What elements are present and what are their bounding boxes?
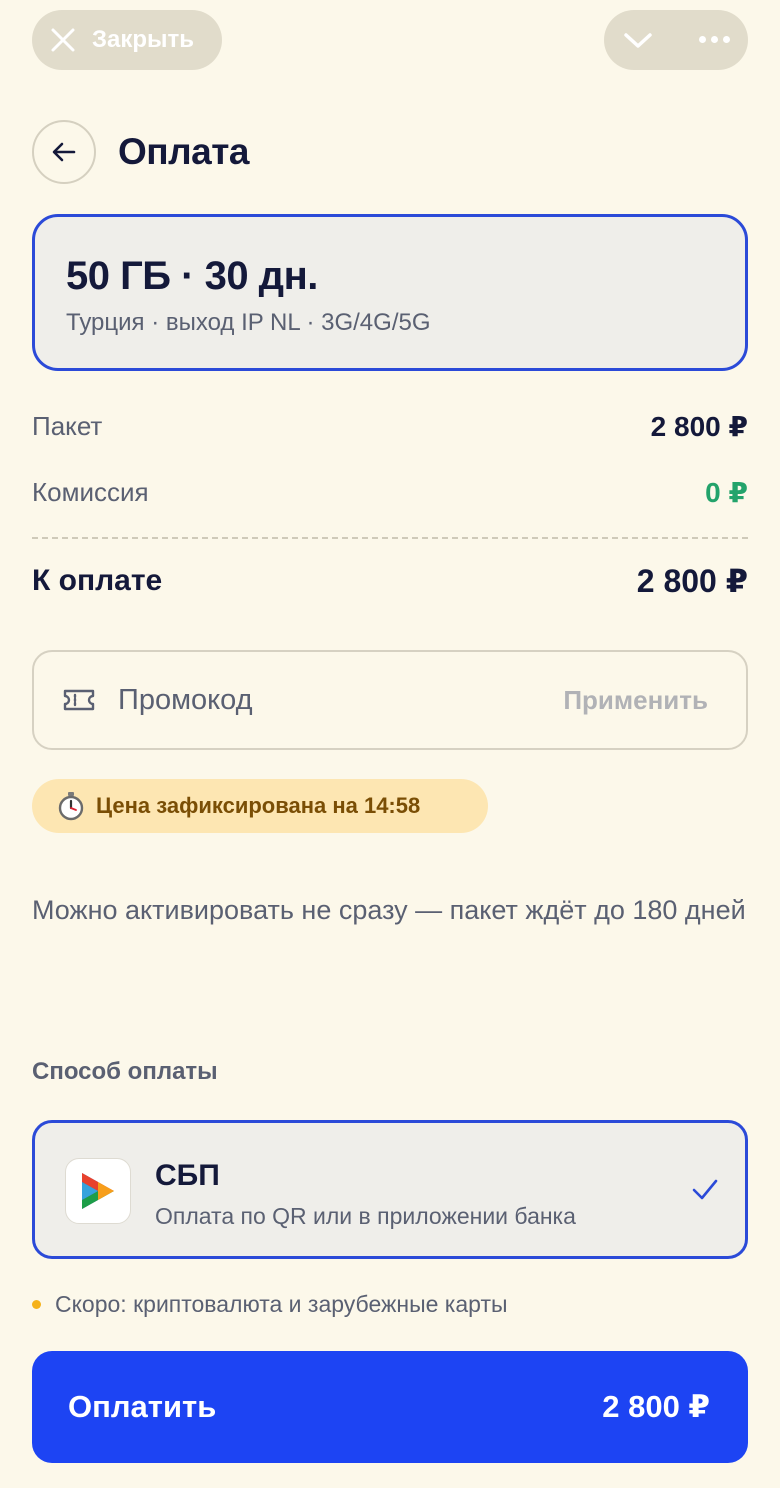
payment-method-sbp[interactable]: СБП Оплата по QR или в приложении банка (32, 1120, 748, 1259)
plan-subtitle: Турция · выход IP NL · 3G/4G/5G (66, 309, 431, 336)
close-icon (51, 28, 75, 52)
page-title: Оплата (118, 131, 249, 172)
checkmark-icon (692, 1179, 718, 1200)
bullet-dot-icon (32, 1300, 41, 1309)
total-value: 2 800 ₽ (636, 563, 748, 599)
total-label: К оплате (32, 564, 163, 597)
summary-divider (32, 537, 748, 539)
promo-placeholder[interactable]: Промокод (118, 684, 563, 717)
price-lock-badge: Цена зафиксирована на 14:58 (32, 779, 488, 833)
coming-soon-text: Скоро: криптовалюта и зарубежные карты (55, 1291, 508, 1317)
fee-row: Комиссия 0 ₽ (32, 476, 748, 509)
package-value: 2 800 ₽ (650, 411, 748, 442)
close-label: Закрыть (92, 26, 195, 53)
page-header: Оплата (32, 120, 249, 184)
plan-title: 50 ГБ · 30 дн. (66, 254, 318, 298)
plan-card: 50 ГБ · 30 дн. Турция · выход IP NL · 3G… (32, 214, 748, 371)
ticket-icon (63, 689, 95, 711)
chevron-down-icon[interactable] (622, 26, 654, 54)
payment-method-description: Оплата по QR или в приложении банка (155, 1203, 576, 1229)
arrow-left-icon (52, 142, 76, 162)
more-dots-icon[interactable] (699, 36, 730, 43)
package-label: Пакет (32, 411, 103, 441)
menu-pill (604, 10, 748, 70)
package-row: Пакет 2 800 ₽ (32, 410, 748, 443)
payment-method-name: СБП (155, 1159, 220, 1192)
apply-promo-button[interactable]: Применить (563, 685, 708, 716)
close-button[interactable]: Закрыть (32, 10, 222, 70)
price-lock-text: Цена зафиксирована на 14:58 (96, 793, 421, 818)
fee-label: Комиссия (32, 477, 149, 507)
pay-button-amount: 2 800 ₽ (602, 1389, 710, 1424)
stopwatch-icon (58, 792, 84, 821)
activation-note: Можно активировать не сразу — пакет ждёт… (32, 895, 746, 925)
pay-button[interactable]: Оплатить 2 800 ₽ (32, 1351, 748, 1463)
sbp-logo-icon (65, 1158, 131, 1224)
fee-value: 0 ₽ (705, 477, 748, 508)
total-row: К оплате 2 800 ₽ (32, 562, 748, 600)
top-bar: Закрыть (32, 10, 748, 70)
pay-button-label: Оплатить (68, 1389, 217, 1424)
coming-soon-note: Скоро: криптовалюта и зарубежные карты (32, 1291, 508, 1318)
promo-code-field[interactable]: Промокод Применить (32, 650, 748, 750)
payment-section-label: Способ оплаты (32, 1058, 218, 1085)
back-button[interactable] (32, 120, 96, 184)
